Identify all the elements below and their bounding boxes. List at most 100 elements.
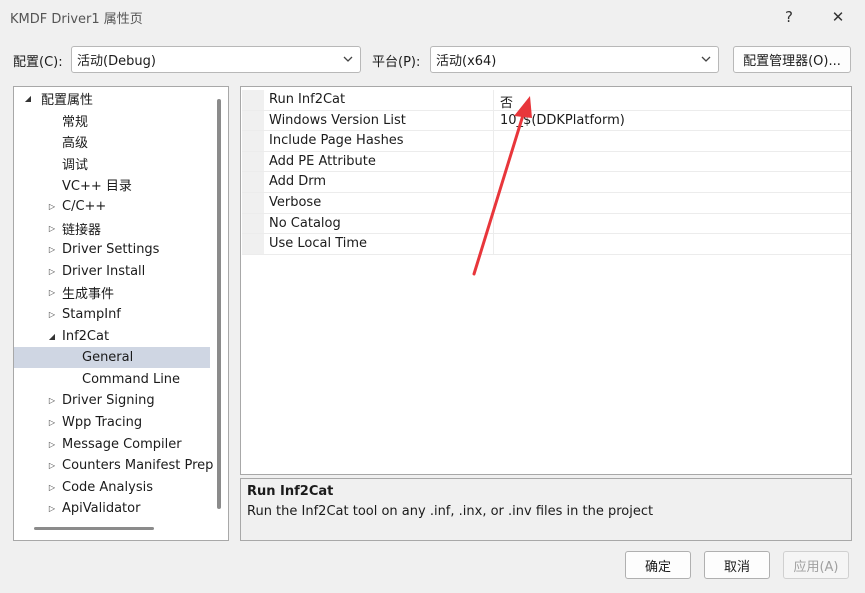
expand-arrow-icon[interactable]: ▷	[47, 440, 57, 449]
column-separator	[493, 234, 494, 254]
property-name: Add PE Attribute	[269, 153, 376, 169]
tree-item[interactable]: ◢ 配置属性	[14, 88, 210, 109]
tree-item[interactable]: ▷ Counters Manifest Prep	[14, 455, 214, 476]
tree-item[interactable]: ▷ Driver Install	[14, 261, 210, 282]
property-row[interactable]: Include Page Hashes	[242, 131, 851, 152]
tree-item-label: StampInf	[62, 307, 121, 322]
property-grid[interactable]: Run Inf2Cat 否 Windows Version List 10_$(DDK…	[240, 86, 852, 475]
expand-arrow-icon[interactable]: ▷	[47, 310, 57, 319]
column-separator	[493, 172, 494, 192]
property-name: Verbose	[269, 195, 322, 210]
tree-item-label: 生成事件	[62, 287, 115, 303]
apply-button[interactable]: 应用(A)	[783, 551, 849, 579]
tree-item-label: Counters Manifest Prep	[62, 458, 214, 474]
tree-item-label: 调试	[62, 157, 89, 173]
property-gutter	[242, 131, 264, 151]
chevron-down-icon	[342, 52, 354, 66]
tree-item[interactable]: ▷ C/C++	[14, 196, 210, 217]
property-gutter	[242, 90, 264, 110]
description-panel: Run Inf2Cat Run the Inf2Cat tool on any …	[240, 478, 852, 541]
tree-item[interactable]: ▷ Driver Signing	[14, 390, 210, 411]
tree-item[interactable]: ▷ StampInf	[14, 304, 210, 325]
property-row[interactable]: Verbose	[242, 193, 851, 214]
platform-label: 平台(P):	[372, 55, 421, 70]
tree-item-label: 配置属性	[41, 93, 94, 108]
expand-arrow-icon[interactable]: ▷	[47, 504, 57, 513]
property-row[interactable]: No Catalog	[242, 213, 851, 235]
property-row[interactable]: Add PE Attribute	[242, 151, 851, 173]
column-separator	[493, 90, 494, 110]
tree-item-label: 高级	[62, 136, 89, 152]
tree-item[interactable]: 常规	[14, 110, 210, 131]
property-row[interactable]: Use Local Time	[242, 234, 851, 255]
tree-item-label: ApiValidator	[62, 501, 141, 517]
vertical-scrollbar[interactable]	[217, 99, 221, 509]
description-title: Run Inf2Cat	[247, 484, 334, 499]
property-gutter	[242, 151, 264, 172]
property-row[interactable]: Add Drm	[242, 172, 851, 193]
tree-item[interactable]: ▷ Driver Settings	[14, 239, 210, 260]
config-dropdown[interactable]: 活动(Debug)	[71, 46, 361, 73]
expand-arrow-icon[interactable]: ▷	[47, 288, 57, 297]
tree-item[interactable]: ◢ Inf2Cat	[14, 326, 210, 347]
chevron-down-icon	[700, 52, 712, 66]
property-gutter	[242, 213, 264, 234]
property-gutter	[242, 172, 264, 192]
tree-item[interactable]: ▷ 生成事件	[14, 282, 210, 303]
expand-arrow-icon[interactable]: ▷	[47, 267, 57, 276]
tree-item[interactable]: Command Line	[14, 369, 210, 390]
tree-item[interactable]: ▷ Message Compiler	[14, 434, 210, 455]
property-name: Windows Version List	[269, 112, 406, 128]
close-button[interactable]: ✕	[815, 2, 861, 32]
description-text: Run the Inf2Cat tool on any .inf, .inx, …	[247, 504, 654, 519]
configuration-row: 配置(C): 活动(Debug) 平台(P): 活动(x64) 配置管理器(O)…	[0, 46, 865, 74]
help-button[interactable]: ?	[766, 2, 812, 32]
tree-item-label: Driver Settings	[62, 242, 160, 258]
property-tree[interactable]: ◢ 配置属性 常规 高级 调试 VC++ 目录 ▷ C/C++ ▷ 链接器 ▷ Driver Sett…	[13, 86, 229, 541]
tree-item[interactable]: ▷ 链接器	[14, 218, 210, 239]
tree-item-label: 常规	[62, 114, 89, 130]
tree-item-label: VC++ 目录	[62, 179, 132, 195]
property-value[interactable]: 10_$(DDKPlatform)	[500, 113, 625, 128]
column-separator	[493, 110, 494, 131]
property-name: Add Drm	[269, 174, 327, 190]
config-label: 配置(C):	[13, 55, 63, 70]
expand-arrow-icon[interactable]: ▷	[47, 224, 57, 233]
expand-arrow-icon[interactable]: ▷	[47, 396, 57, 405]
tree-item[interactable]: ▷ Code Analysis	[14, 477, 210, 498]
property-row[interactable]: Windows Version List 10_$(DDKPlatform)	[242, 110, 851, 132]
help-icon: ?	[785, 8, 793, 26]
tree-item[interactable]: General	[14, 347, 210, 369]
expand-arrow-icon[interactable]: ▷	[47, 245, 57, 254]
title-bar: KMDF Driver1 属性页 ? ✕	[0, 0, 865, 34]
tree-item[interactable]: VC++ 目录	[14, 174, 210, 195]
expand-arrow-icon[interactable]: ▷	[47, 418, 57, 427]
platform-dropdown[interactable]: 活动(x64)	[430, 46, 719, 73]
config-value: 活动(Debug)	[77, 54, 156, 69]
tree-item-label: Wpp Tracing	[62, 415, 143, 430]
tree-item[interactable]: ▷ Wpp Tracing	[14, 412, 210, 433]
collapse-arrow-icon[interactable]: ◢	[47, 332, 57, 341]
collapse-arrow-icon[interactable]: ◢	[23, 94, 33, 103]
property-value[interactable]: 否	[500, 92, 513, 111]
tree-item-label: Driver Install	[62, 263, 146, 279]
horizontal-scrollbar[interactable]	[34, 527, 154, 530]
tree-item[interactable]: 调试	[14, 153, 210, 174]
tree-item[interactable]: 高级	[14, 131, 210, 152]
property-row[interactable]: Run Inf2Cat 否	[242, 90, 851, 111]
configuration-manager-button[interactable]: 配置管理器(O)...	[733, 46, 851, 73]
property-name: No Catalog	[269, 215, 341, 231]
expand-arrow-icon[interactable]: ▷	[47, 202, 57, 211]
property-name: Run Inf2Cat	[269, 92, 346, 107]
expand-arrow-icon[interactable]: ▷	[47, 461, 57, 470]
column-separator	[493, 193, 494, 213]
close-icon: ✕	[831, 8, 845, 26]
expand-arrow-icon[interactable]: ▷	[47, 483, 57, 492]
platform-value: 活动(x64)	[436, 54, 497, 69]
column-separator	[493, 151, 494, 172]
property-name: Include Page Hashes	[269, 133, 404, 149]
tree-item[interactable]: ▷ ApiValidator	[14, 498, 210, 519]
ok-button[interactable]: 确定	[625, 551, 691, 579]
cancel-button[interactable]: 取消	[704, 551, 770, 579]
property-gutter	[242, 110, 264, 131]
